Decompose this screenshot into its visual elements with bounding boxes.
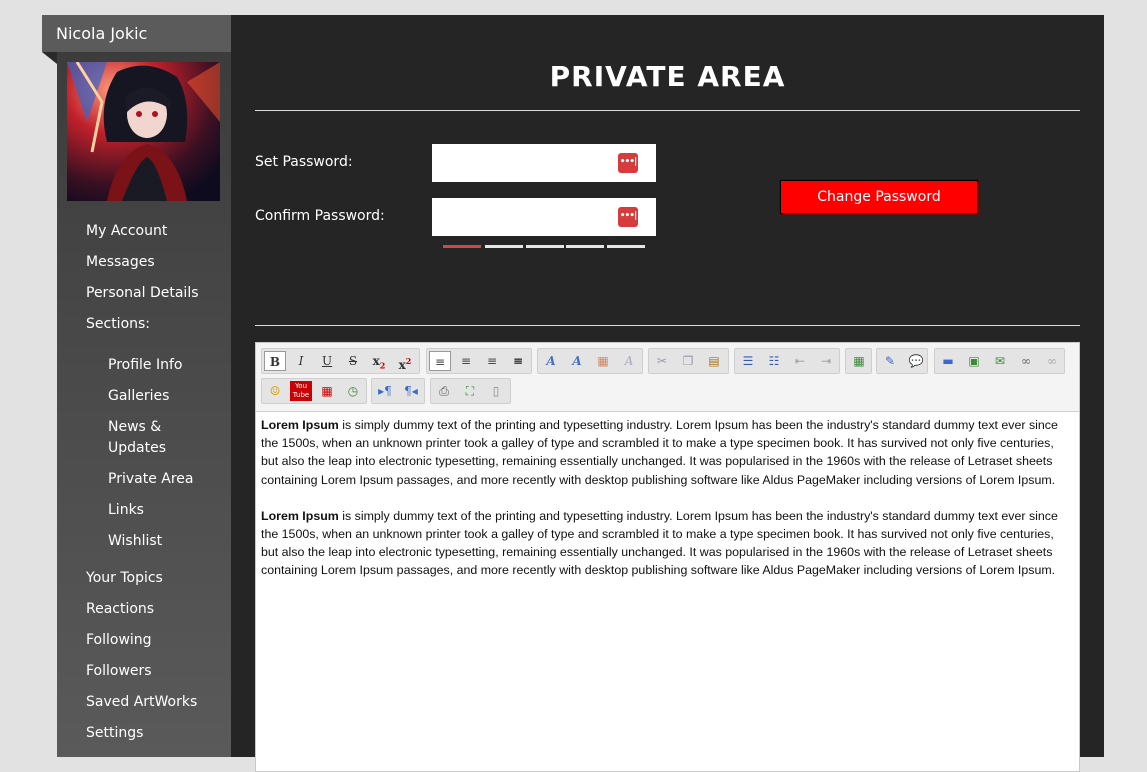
nav-personal-details[interactable]: Personal Details [86, 283, 199, 304]
nav-news-updates-line1[interactable]: News & [108, 417, 161, 438]
nav-my-account[interactable]: My Account [86, 221, 167, 242]
rich-text-editor[interactable]: B I U S x2 x2 ≡ ≡ ≡ ≡ A A ▦ A ✂ ❐ ▤ ☰ ☷ … [255, 342, 1080, 772]
strength-segment-4 [566, 245, 604, 248]
nav-profile-info[interactable]: Profile Info [108, 355, 182, 376]
italic-icon[interactable]: I [290, 351, 312, 371]
link-icon[interactable]: ∞ [1015, 351, 1037, 371]
toolbar-group-media: ☺ You Tube ▦ ◷ [261, 378, 367, 404]
align-right-icon[interactable]: ≡ [481, 351, 503, 371]
toolbar-group-align: ≡ ≡ ≡ ≡ [426, 348, 532, 374]
user-name: Nicola Jokic [42, 15, 231, 52]
nav-sections-heading: Sections: [86, 316, 151, 332]
tab-fold-decoration [42, 52, 57, 64]
avatar-image [67, 62, 220, 201]
justify-icon[interactable]: ≡ [507, 351, 529, 371]
underline-icon[interactable]: U [316, 351, 338, 371]
toolbar-group-clipboard: ✂ ❐ ▤ [648, 348, 729, 374]
change-password-button[interactable]: Change Password [780, 180, 978, 214]
editor-paragraph: Lorem Ipsum is simply dummy text of the … [261, 507, 1071, 580]
toolbar-group-review: ✎ 💬 [876, 348, 928, 374]
paste-icon[interactable]: ▤ [703, 351, 725, 371]
emoji-icon[interactable]: ☺ [264, 381, 286, 401]
nav-followers[interactable]: Followers [86, 661, 152, 682]
image-icon[interactable]: ▣ [963, 351, 985, 371]
toolbar-group-insert: ▬ ▣ ✉ ∞ ∞ [934, 348, 1065, 374]
youtube-icon[interactable]: You Tube [290, 381, 312, 401]
toolbar-group-font: A A ▦ A [537, 348, 643, 374]
outdent-icon[interactable]: ⇤ [789, 351, 811, 371]
confirm-password-label: Confirm Password: [255, 208, 385, 224]
title-divider [255, 110, 1080, 111]
strikethrough-icon[interactable]: S [342, 351, 364, 371]
toolbar-group-text: B I U S x2 x2 [261, 348, 420, 374]
nav-following[interactable]: Following [86, 630, 152, 651]
toolbar-group-direction: ▸¶ ¶◂ [371, 378, 425, 404]
strength-segment-3 [526, 245, 564, 248]
main-panel: PRIVATE AREA Set Password: •••| Confirm … [231, 15, 1104, 772]
nav-galleries[interactable]: Galleries [108, 386, 169, 407]
paragraph-text: is simply dummy text of the printing and… [261, 508, 1058, 578]
password-manager-icon[interactable]: •••| [618, 207, 638, 227]
nav-saved-artworks[interactable]: Saved ArtWorks [86, 692, 197, 713]
nav-your-topics[interactable]: Your Topics [86, 568, 163, 589]
numbered-list-icon[interactable]: ☷ [763, 351, 785, 371]
rtl-icon[interactable]: ¶◂ [400, 381, 422, 401]
spellcheck-icon[interactable]: ✎ [879, 351, 901, 371]
unlink-icon[interactable]: ∞ [1041, 351, 1063, 371]
font-size-icon[interactable]: A [566, 351, 588, 371]
toolbar-group-table: ▦ [845, 348, 872, 374]
strength-segment-5 [607, 245, 645, 248]
editor-toolbar: B I U S x2 x2 ≡ ≡ ≡ ≡ A A ▦ A ✂ ❐ ▤ ☰ ☷ … [256, 343, 1079, 412]
date-icon[interactable]: ▦ [316, 381, 338, 401]
nav-wishlist[interactable]: Wishlist [108, 531, 162, 552]
cut-icon[interactable]: ✂ [651, 351, 673, 371]
toolbar-group-lists: ☰ ☷ ⇤ ⇥ [734, 348, 840, 374]
paragraph-bold-lead: Lorem Ipsum [261, 508, 339, 523]
print-icon[interactable]: ⎙ [433, 381, 455, 401]
color-icon[interactable]: ▦ [592, 351, 614, 371]
strength-segment-1 [443, 245, 481, 248]
fullscreen-icon[interactable]: ⛶ [459, 381, 481, 401]
comment-icon[interactable]: 💬 [905, 351, 927, 371]
paragraph-text: is simply dummy text of the printing and… [261, 418, 1058, 487]
indent-icon[interactable]: ⇥ [815, 351, 837, 371]
source-icon[interactable]: ▯ [485, 381, 507, 401]
form-divider [255, 325, 1080, 326]
copy-icon[interactable]: ❐ [677, 351, 699, 371]
bold-icon[interactable]: B [264, 351, 286, 371]
insert-table-icon[interactable]: ▦ [848, 351, 870, 371]
nav-reactions[interactable]: Reactions [86, 599, 154, 620]
set-password-label: Set Password: [255, 154, 353, 170]
align-left-icon[interactable]: ≡ [429, 351, 451, 371]
superscript-icon[interactable]: x2 [394, 351, 416, 372]
nav-messages[interactable]: Messages [86, 252, 155, 273]
horizontal-rule-icon[interactable]: ▬ [937, 351, 959, 371]
strength-segment-2 [485, 245, 523, 248]
editor-content[interactable]: Lorem Ipsum is simply dummy text of the … [261, 416, 1071, 598]
editor-paragraph: Lorem Ipsum is simply dummy text of the … [261, 416, 1071, 489]
password-manager-icon[interactable]: •••| [618, 153, 638, 173]
avatar[interactable] [67, 62, 220, 201]
nav-private-area[interactable]: Private Area [108, 469, 193, 490]
time-icon[interactable]: ◷ [342, 381, 364, 401]
ltr-icon[interactable]: ▸¶ [374, 381, 396, 401]
align-center-icon[interactable]: ≡ [455, 351, 477, 371]
nav-settings[interactable]: Settings [86, 723, 143, 744]
email-icon[interactable]: ✉ [989, 351, 1011, 371]
nav-news-updates-line2[interactable]: Updates [108, 438, 166, 459]
paragraph-bold-lead: Lorem Ipsum [261, 418, 339, 432]
page-title: PRIVATE AREA [549, 60, 786, 93]
toolbar-group-document: ⎙ ⛶ ▯ [430, 378, 511, 404]
subscript-icon[interactable]: x2 [368, 351, 390, 371]
bullet-list-icon[interactable]: ☰ [737, 351, 759, 371]
font-icon[interactable]: A [540, 351, 562, 371]
nav-links[interactable]: Links [108, 500, 144, 521]
clear-format-icon[interactable]: A [618, 351, 640, 371]
